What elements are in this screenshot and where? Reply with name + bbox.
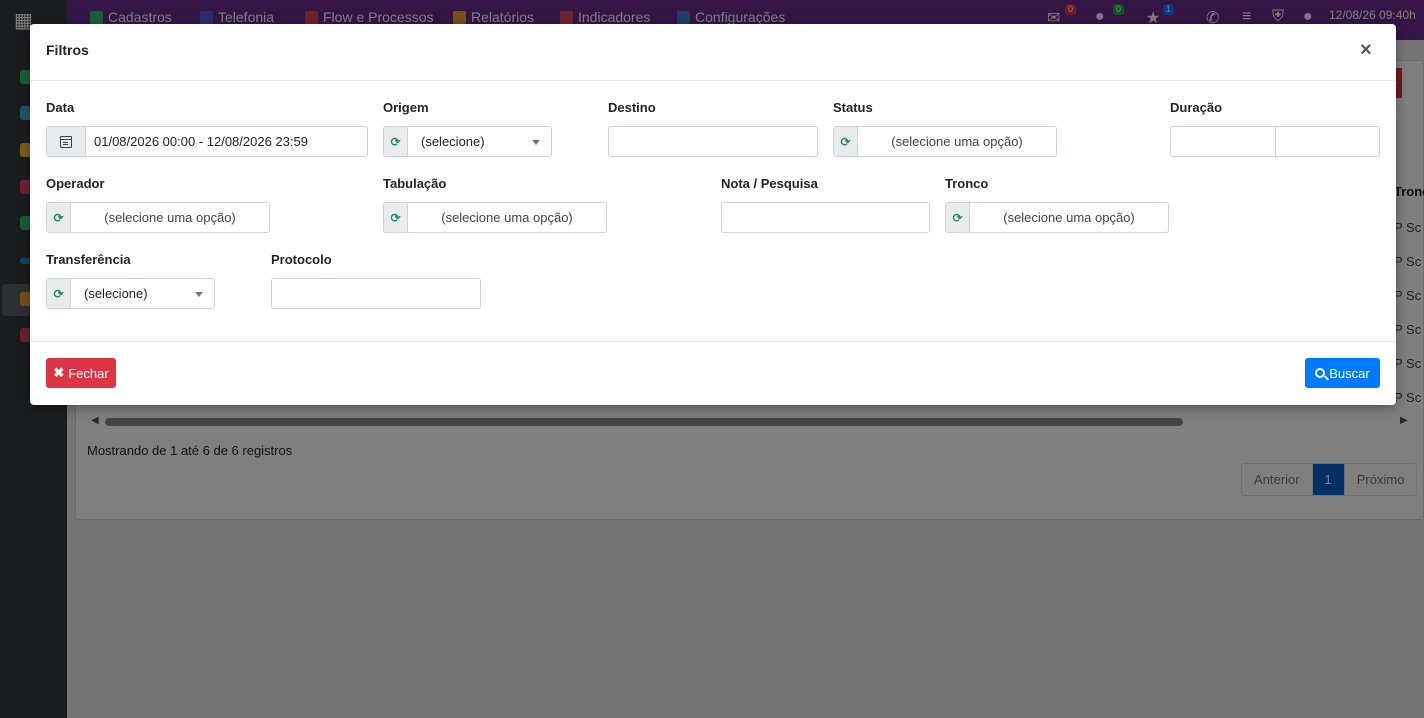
label-data: Data: [46, 100, 75, 115]
search-icon: [1315, 368, 1326, 378]
transferencia-value: (selecione): [84, 286, 148, 301]
label-tabulacao: Tabulação: [383, 176, 447, 191]
calendar-icon[interactable]: [47, 127, 86, 156]
modal-header: Filtros ×: [30, 24, 1396, 81]
nota-pesquisa-input[interactable]: [721, 202, 930, 233]
fechar-button[interactable]: ✖ Fechar: [46, 358, 116, 388]
tronco-placeholder: (selecione uma opção): [1003, 210, 1135, 225]
refresh-icon[interactable]: ⟳: [384, 127, 408, 156]
close-icon: ✖: [53, 365, 65, 380]
modal-footer: [30, 341, 1396, 405]
tabulacao-multiselect[interactable]: ⟳ (selecione uma opção): [383, 202, 607, 233]
refresh-icon[interactable]: ⟳: [47, 203, 71, 232]
label-protocolo: Protocolo: [271, 252, 332, 267]
date-range-input[interactable]: 01/08/2026 00:00 - 12/08/2026 23:59: [46, 126, 368, 157]
filters-modal: Filtros × Data 01/08/2026 00:00 - 12/08/…: [30, 24, 1396, 405]
divider: [1275, 127, 1276, 156]
tabulacao-placeholder: (selecione uma opção): [441, 210, 573, 225]
label-transferencia: Transferência: [46, 252, 131, 267]
label-tronco: Tronco: [945, 176, 989, 191]
refresh-icon[interactable]: ⟳: [384, 203, 408, 232]
date-range-value: 01/08/2026 00:00 - 12/08/2026 23:59: [94, 134, 308, 149]
buscar-label: Buscar: [1329, 365, 1370, 381]
chevron-down-icon: [532, 140, 540, 145]
operador-multiselect[interactable]: ⟳ (selecione uma opção): [46, 202, 270, 233]
label-status: Status: [833, 100, 873, 115]
label-destino: Destino: [608, 100, 656, 115]
operador-placeholder: (selecione uma opção): [104, 210, 236, 225]
buscar-button[interactable]: Buscar: [1305, 358, 1380, 388]
status-placeholder: (selecione uma opção): [891, 134, 1023, 149]
label-duracao: Duração: [1170, 100, 1223, 115]
duracao-range-input[interactable]: [1170, 126, 1380, 157]
refresh-icon[interactable]: ⟳: [834, 127, 858, 156]
refresh-icon[interactable]: ⟳: [47, 279, 71, 308]
origem-value: (selecione): [421, 134, 485, 149]
destino-input[interactable]: [608, 126, 818, 157]
tronco-multiselect[interactable]: ⟳ (selecione uma opção): [945, 202, 1169, 233]
label-nota-pesquisa: Nota / Pesquisa: [721, 176, 818, 191]
protocolo-input[interactable]: [271, 278, 481, 309]
label-operador: Operador: [46, 176, 105, 191]
origem-select[interactable]: ⟳ (selecione): [383, 126, 552, 157]
modal-title: Filtros: [46, 42, 89, 58]
fechar-label: Fechar: [68, 365, 109, 381]
close-icon[interactable]: ×: [1360, 40, 1372, 60]
refresh-icon[interactable]: ⟳: [946, 203, 970, 232]
transferencia-select[interactable]: ⟳ (selecione): [46, 278, 215, 309]
label-origem: Origem: [383, 100, 429, 115]
status-multiselect[interactable]: ⟳ (selecione uma opção): [833, 126, 1057, 157]
chevron-down-icon: [195, 292, 203, 297]
